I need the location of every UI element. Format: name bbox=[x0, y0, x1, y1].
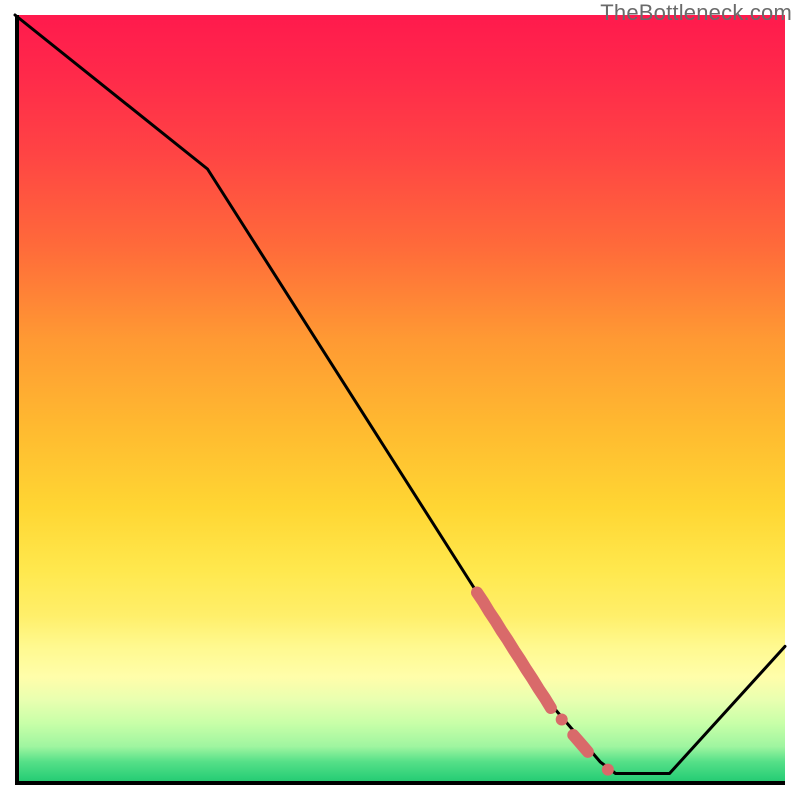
scatter-overlay-thick bbox=[477, 593, 551, 709]
watermark-text: TheBottleneck.com bbox=[600, 0, 792, 26]
scatter-dot bbox=[602, 764, 614, 776]
scatter-dot bbox=[556, 714, 568, 726]
line-series-curve bbox=[15, 15, 785, 774]
chart-container: TheBottleneck.com bbox=[0, 0, 800, 800]
chart-svg-layer bbox=[15, 15, 785, 785]
scatter-overlay bbox=[477, 593, 614, 776]
scatter-overlay-cluster-1 bbox=[573, 735, 588, 752]
